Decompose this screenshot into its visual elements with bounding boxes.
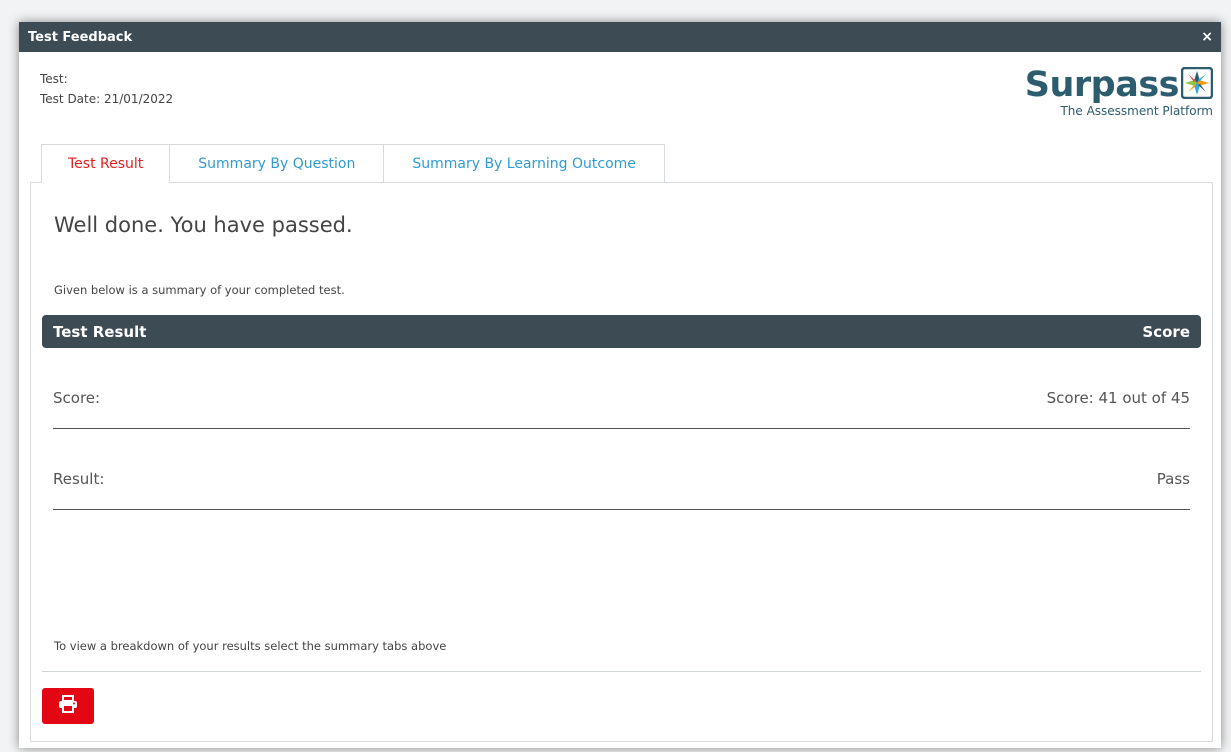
summary-intro: Given below is a summary of your complet… xyxy=(54,283,345,297)
row-label: Score: xyxy=(53,389,101,407)
dialog-titlebar: Test Feedback × xyxy=(19,22,1221,52)
result-headline: Well done. You have passed. xyxy=(54,213,353,237)
test-date: Test Date: 21/01/2022 xyxy=(40,92,174,106)
table-row-score: Score: Score: 41 out of 45 xyxy=(53,368,1190,429)
result-table-header: Test Result Score xyxy=(42,315,1201,348)
feedback-tabs: Test Result Summary By Question Summary … xyxy=(41,144,665,183)
header-test-result: Test Result xyxy=(53,322,147,341)
row-value: Pass xyxy=(1156,470,1190,488)
row-label: Result: xyxy=(53,470,105,488)
logo-brand: Surpass xyxy=(1024,65,1214,105)
logo-wordmark: Surpass xyxy=(1024,65,1180,105)
app-backdrop: Test Feedback × Test: Test Date: 21/01/2… xyxy=(0,0,1231,752)
tab-summary-by-learning-outcome[interactable]: Summary By Learning Outcome xyxy=(383,144,665,182)
header-score: Score xyxy=(1142,322,1190,341)
test-meta: Test: Test Date: 21/01/2022 xyxy=(40,69,173,109)
row-value: Score: 41 out of 45 xyxy=(1046,389,1190,407)
surpass-logo-mark-icon xyxy=(1180,66,1214,103)
test-result-panel: Well done. You have passed. Given below … xyxy=(30,182,1213,742)
close-icon[interactable]: × xyxy=(1201,30,1213,44)
dialog-title: Test Feedback xyxy=(28,29,133,45)
test-feedback-dialog: Test Feedback × Test: Test Date: 21/01/2… xyxy=(19,22,1221,748)
tab-summary-by-question[interactable]: Summary By Question xyxy=(169,144,385,182)
logo-tagline: The Assessment Platform xyxy=(1060,104,1213,118)
breakdown-hint: To view a breakdown of your results sele… xyxy=(54,639,447,653)
printer-icon xyxy=(58,695,78,717)
footer-divider xyxy=(42,671,1201,672)
surpass-logo: Surpass The Assessment Platform xyxy=(1024,65,1214,118)
tab-test-result[interactable]: Test Result xyxy=(41,144,171,183)
test-name: Test: xyxy=(40,72,68,86)
print-button[interactable] xyxy=(42,688,94,724)
table-row-result: Result: Pass xyxy=(53,449,1190,510)
